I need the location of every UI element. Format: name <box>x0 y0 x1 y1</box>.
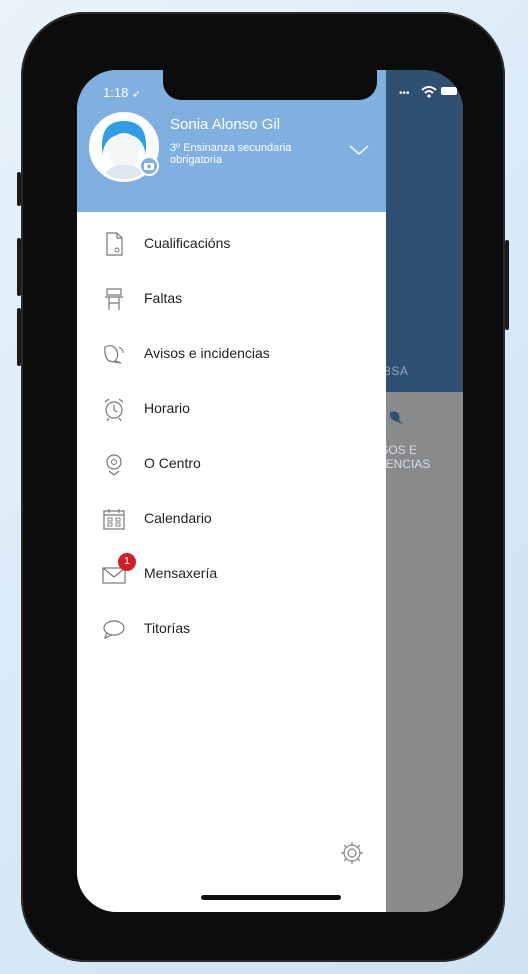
location-icon <box>106 454 122 476</box>
screen: 48SA ISOS E DENCIAS ••• 1:18 ➶ Sonia Alo… <box>77 70 463 912</box>
alarm-clock-icon <box>104 398 124 422</box>
menu-item-cualificacions[interactable]: Cualificacións <box>77 225 386 265</box>
navigation-drawer: 1:18 ➶ Sonia Alonso Gil 3º Ensinanza sec… <box>77 70 386 912</box>
menu-label: Cualificacións <box>144 235 231 251</box>
mute-switch <box>17 172 21 206</box>
calendar-icon <box>103 509 125 530</box>
power-button <box>505 240 509 330</box>
time-text: 1:18 <box>103 85 129 100</box>
status-time: 1:18 ➶ <box>103 85 140 100</box>
menu-label: O Centro <box>144 455 201 471</box>
volume-up-button <box>17 238 21 296</box>
chat-bubble-icon <box>103 620 125 640</box>
menu-label: Avisos e incidencias <box>144 345 270 361</box>
desk-icon <box>105 288 123 310</box>
menu-label: Calendario <box>144 510 212 526</box>
background-bell-icon <box>389 410 407 431</box>
home-indicator[interactable] <box>201 895 341 900</box>
volume-down-button <box>17 308 21 366</box>
document-icon <box>106 232 123 256</box>
user-level: 3º Ensinanza secundaria obrigatoria <box>170 142 292 166</box>
status-icons: ••• <box>399 84 459 100</box>
drawer-header: 1:18 ➶ Sonia Alonso Gil 3º Ensinanza sec… <box>77 70 386 212</box>
menu-item-mensaxeria[interactable]: 1 Mensaxería <box>77 553 386 595</box>
signal-dots: ••• <box>399 88 410 99</box>
location-arrow-icon: ➶ <box>131 89 141 100</box>
menu-label: Horario <box>144 400 190 416</box>
bell-icon <box>104 345 124 364</box>
menu-label: Titorías <box>144 620 191 636</box>
device-notch <box>163 70 377 100</box>
menu-item-faltas[interactable]: Faltas <box>77 280 386 320</box>
user-name: Sonia Alonso Gil <box>170 116 281 133</box>
unread-badge: 1 <box>118 553 136 571</box>
wifi-icon <box>421 86 437 98</box>
chevron-down-icon[interactable] <box>349 142 369 160</box>
menu-item-horario[interactable]: Horario <box>77 390 386 430</box>
menu-item-calendario[interactable]: Calendario <box>77 500 386 540</box>
settings-gear-icon[interactable] <box>339 840 365 866</box>
battery-icon <box>441 87 457 95</box>
menu-item-avisos[interactable]: Avisos e incidencias <box>77 335 386 375</box>
menu-item-o-centro[interactable]: O Centro <box>77 445 386 485</box>
camera-icon[interactable] <box>139 156 159 176</box>
menu-label: Mensaxería <box>144 565 218 581</box>
menu-label: Faltas <box>144 290 183 306</box>
menu-item-titorias[interactable]: Titorías <box>77 610 386 650</box>
